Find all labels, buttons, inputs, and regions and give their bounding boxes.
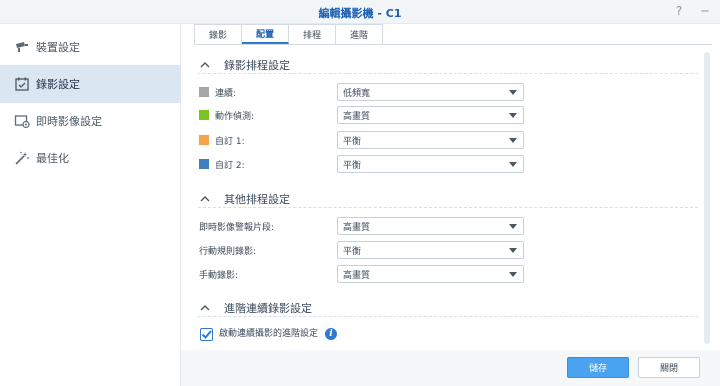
dropdown-arrow-icon [509,248,517,253]
chevron-up-icon [200,61,216,69]
schedule-row-continuous: 連續: [199,84,236,100]
schedule-row-custom2: 自訂 2: [199,156,245,172]
color-swatch-blue [199,159,209,169]
select-value: 平衡 [343,136,362,147]
section-advanced-continuous[interactable]: 進階連續錄影設定 [198,299,698,317]
live-view-icon [14,113,30,129]
chevron-up-icon [200,304,216,312]
schedule-row-custom1: 自訂 1: [199,132,245,148]
tab-recording[interactable]: 錄影 [194,24,243,44]
advanced-settings-checkbox[interactable] [200,328,213,341]
sidebar-item-label: 裝置設定 [36,41,80,54]
vertical-scrollbar[interactable] [704,52,710,344]
checkmark-icon [201,330,212,339]
select-value: 平衡 [343,246,362,257]
sidebar-item-label: 最佳化 [36,152,69,165]
row-label: 自訂 2: [215,160,245,171]
advanced-settings-label: 啟動連續攝影的進階設定 [219,329,319,339]
schedule-row-motion: 動作偵測: [199,107,254,123]
tab-advanced[interactable]: 進階 [336,24,384,44]
motion-quality-select[interactable]: 高畫質 [337,106,524,124]
dropdown-arrow-icon [509,162,517,167]
window-title: 編輯攝影機 - C1 [318,7,402,20]
select-value: 高畫質 [343,222,371,233]
save-button[interactable]: 儲存 [567,357,629,378]
row-label: 連續: [215,88,237,99]
dropdown-arrow-icon [509,224,517,229]
select-value: 平衡 [343,160,362,171]
camera-icon [14,39,30,55]
manual-quality-select[interactable]: 高畫質 [337,265,524,283]
sidebar-item-label: 即時影像設定 [36,115,102,128]
tab-bar: 錄影 配置 排程 進階 [194,24,384,44]
magic-wand-icon [14,150,30,166]
sidebar-item-recording-settings[interactable]: 錄影設定 [0,65,181,103]
section-title: 進階連續錄影設定 [224,301,312,315]
dropdown-arrow-icon [509,272,517,277]
color-swatch-gray [199,87,209,97]
help-button[interactable]: ? [672,4,686,18]
select-value: 低頻寬 [343,88,371,99]
tab-schedule[interactable]: 排程 [289,24,337,44]
row-label: 動作偵測: [215,111,255,122]
select-value: 高畫質 [343,111,371,122]
tab-configuration[interactable]: 配置 [242,24,290,44]
select-value: 高畫質 [343,270,371,281]
continuous-quality-select[interactable]: 低頻寬 [337,83,524,101]
custom2-quality-select[interactable]: 平衡 [337,155,524,173]
color-swatch-green [199,110,209,120]
sidebar-item-live-view-settings[interactable]: 即時影像設定 [0,102,181,140]
dropdown-arrow-icon [509,90,517,95]
sidebar-item-device-settings[interactable]: 裝置設定 [0,28,181,66]
dropdown-arrow-icon [509,138,517,143]
other-row-live-alert: 即時影像警報片段: [199,222,275,233]
minimize-button[interactable]: ─ [698,4,712,18]
sidebar-item-label: 錄影設定 [36,78,80,91]
close-button[interactable]: 關閉 [638,357,700,378]
color-swatch-orange [199,135,209,145]
action-rule-quality-select[interactable]: 平衡 [337,241,524,259]
calendar-icon [14,76,30,92]
other-row-manual: 手動錄影: [199,270,239,281]
section-title: 錄影排程設定 [224,58,290,72]
section-recording-schedule[interactable]: 錄影排程設定 [198,56,698,74]
sidebar-item-optimization[interactable]: 最佳化 [0,139,181,177]
chevron-up-icon [200,195,216,203]
section-other-schedule[interactable]: 其他排程設定 [198,190,698,208]
other-row-action-rule: 行動規則錄影: [199,246,257,257]
dropdown-arrow-icon [509,113,517,118]
section-title: 其他排程設定 [224,192,290,206]
row-label: 自訂 1: [215,136,245,147]
custom1-quality-select[interactable]: 平衡 [337,131,524,149]
title-bar: 編輯攝影機 - C1 ? ─ [0,0,720,24]
live-alert-quality-select[interactable]: 高畫質 [337,217,524,235]
info-icon[interactable]: i [325,328,337,340]
sidebar: 裝置設定 錄影設定 即時影像設定 最佳化 [0,24,181,386]
